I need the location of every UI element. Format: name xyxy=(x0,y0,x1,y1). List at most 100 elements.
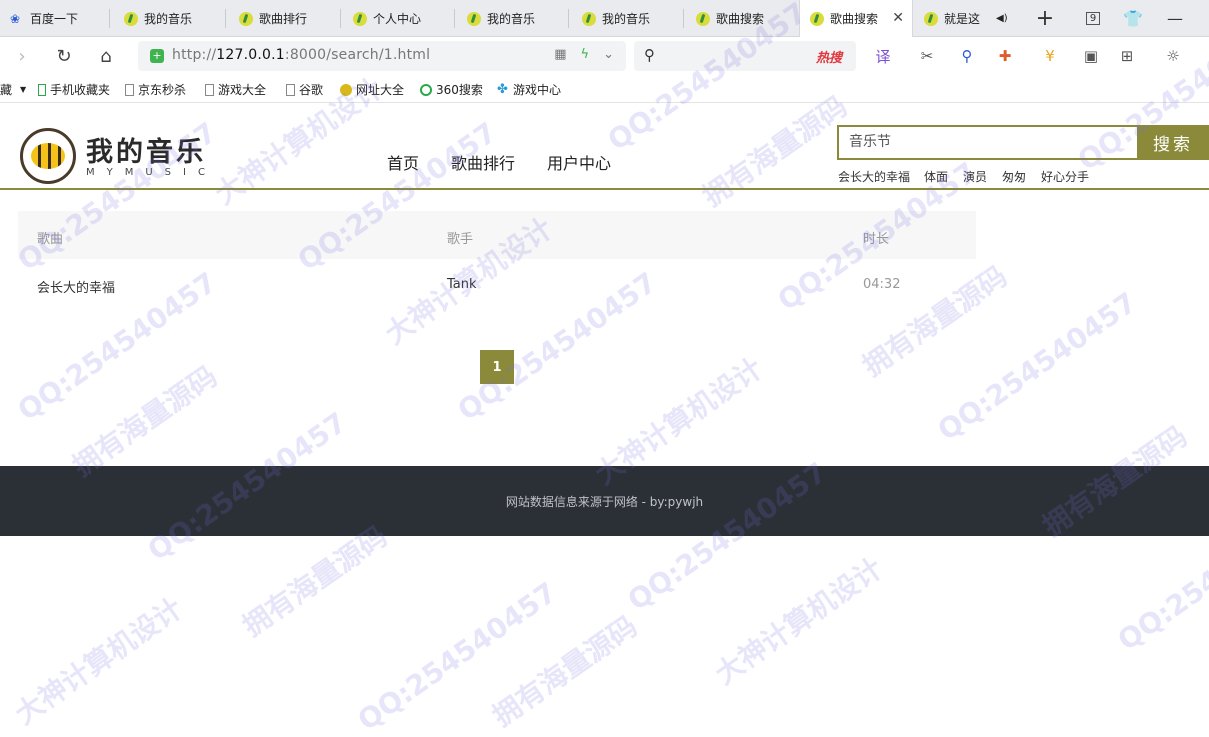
site-search-box: 搜索 xyxy=(837,125,1209,160)
home-icon[interactable]: ⌂ xyxy=(92,42,120,70)
coin-icon[interactable]: ¥ xyxy=(1035,43,1065,69)
game-center-icon: ✤ xyxy=(497,81,508,97)
hot-word-link[interactable]: 演员 xyxy=(963,168,987,185)
hot-word-link[interactable]: 匆匆 xyxy=(1002,168,1026,185)
paw-icon: ❀ xyxy=(10,11,21,26)
url-text: http://127.0.0.1:8000/search/1.html xyxy=(172,47,431,63)
chevron-down-icon[interactable]: ⌄ xyxy=(603,47,614,62)
tab-title: 个人中心 xyxy=(373,12,422,26)
back-icon[interactable]: › xyxy=(8,42,36,70)
bookmarks-bar: 藏 ▼ 手机收藏夹 京东秒杀 游戏大全 谷歌 网址大全 360搜索 ✤ 游戏中心 xyxy=(0,75,1209,103)
browser-tab-bar: ❀ 百度一下 我的音乐 歌曲排行 个人中心 我的音乐 我的音乐 歌曲搜索 歌曲搜… xyxy=(0,0,1209,37)
nav-home[interactable]: 首页 xyxy=(387,150,419,174)
watermark: 拥有海量源码 xyxy=(856,259,1014,383)
browser-tab-active[interactable]: 歌曲搜索 ✕ xyxy=(799,0,913,37)
hot-word-link[interactable]: 会长大的幸福 xyxy=(838,168,910,185)
watermark: 拥有海量源码 xyxy=(486,609,644,733)
phone-icon xyxy=(38,83,46,96)
gamepad-icon[interactable]: ✚ xyxy=(990,43,1020,69)
brightness-icon[interactable]: ☼ xyxy=(1160,43,1186,69)
footer-text: 网站数据信息来源于网络 - by:pywjh xyxy=(505,495,704,509)
qr-icon[interactable]: ▦ xyxy=(554,47,566,62)
360-search-icon xyxy=(420,83,432,96)
globe-icon xyxy=(340,83,352,96)
music-icon xyxy=(696,11,710,26)
bookmark-item[interactable]: ✤ 游戏中心 xyxy=(497,81,561,98)
translate-icon[interactable]: 译 xyxy=(868,43,898,69)
wallet-icon[interactable]: ▣ xyxy=(1078,43,1104,69)
column-header-song: 歌曲 xyxy=(37,232,64,247)
new-tab-button[interactable]: + xyxy=(1030,0,1060,37)
browser-tab[interactable]: 我的音乐 xyxy=(114,0,226,37)
watermark: QQ:254540457 xyxy=(451,265,663,428)
nav-song-ranking[interactable]: 歌曲排行 xyxy=(451,150,515,174)
site-logo-text[interactable]: 我的音乐 xyxy=(86,130,206,169)
bookmark-item[interactable]: 网址大全 xyxy=(340,81,404,98)
browser-tab[interactable]: 我的音乐 xyxy=(572,0,684,37)
bookmark-item[interactable]: 手机收藏夹 xyxy=(38,81,110,98)
watermark: 大神计算机设计 xyxy=(709,551,889,691)
browser-tab[interactable]: 歌曲搜索 xyxy=(686,0,798,37)
song-title-link[interactable]: 会长大的幸福 xyxy=(37,277,115,296)
address-bar-actions: ▦ ϟ ⌄ xyxy=(554,47,614,62)
singer-link[interactable]: Tank xyxy=(447,277,477,292)
tab-title: 歌曲搜索 xyxy=(830,12,879,26)
speaker-icon: ◀) xyxy=(996,13,1008,24)
column-header-singer: 歌手 xyxy=(447,232,474,247)
nav-user-center[interactable]: 用户中心 xyxy=(547,150,611,174)
tab-count: 9 xyxy=(1085,12,1101,25)
browser-search-box[interactable]: ⚲ 热搜 xyxy=(634,41,856,71)
bookmark-item[interactable]: 游戏大全 xyxy=(205,81,266,98)
apps-grid-icon[interactable]: ⊞ xyxy=(1114,43,1140,69)
skin-icon[interactable]: 👕 xyxy=(1118,0,1148,37)
minimize-button[interactable]: — xyxy=(1160,0,1190,37)
scissors-icon[interactable]: ✂ xyxy=(912,43,942,69)
logo-bee-icon[interactable] xyxy=(20,128,76,184)
site-header: 我的音乐 MYMUSIC 首页 歌曲排行 用户中心 搜索 会长大的幸福 体面 演… xyxy=(0,104,1209,190)
tab-title: 我的音乐 xyxy=(487,12,536,26)
bookmark-item[interactable]: 谷歌 xyxy=(286,81,323,98)
close-icon[interactable]: ✕ xyxy=(892,10,904,26)
tab-title: 百度一下 xyxy=(30,12,79,26)
tab-title: 我的音乐 xyxy=(602,12,651,26)
table-header: 歌曲 歌手 时长 xyxy=(18,211,976,259)
music-icon xyxy=(810,11,824,26)
bookmark-item[interactable]: 藏 ▼ xyxy=(0,81,26,98)
tab-title: 歌曲搜索 xyxy=(716,12,765,26)
hot-word-link[interactable]: 好心分手 xyxy=(1041,168,1089,185)
column-header-duration: 时长 xyxy=(863,232,890,247)
tab-title: 我的音乐 xyxy=(144,12,193,26)
search-icon: ⚲ xyxy=(644,46,655,64)
watermark: QQ:254540457 xyxy=(931,285,1143,448)
browser-tab[interactable]: 个人中心 xyxy=(343,0,455,37)
music-icon xyxy=(467,11,481,26)
search-button[interactable]: 搜索 xyxy=(1137,125,1209,160)
tab-title: 歌曲排行 xyxy=(259,12,308,26)
magnifier-icon[interactable]: ⚲ xyxy=(954,43,980,69)
reload-icon[interactable]: ↻ xyxy=(50,42,78,70)
bookmark-item[interactable]: 京东秒杀 xyxy=(125,81,186,98)
watermark: QQ:254540457 xyxy=(351,575,563,737)
pagination-current-page[interactable]: 1 xyxy=(480,350,514,384)
search-input[interactable] xyxy=(849,133,1129,149)
watermark: 大神计算机设计 xyxy=(9,591,189,731)
site-footer: 网站数据信息来源于网络 - by:pywjh xyxy=(0,466,1209,536)
browser-tab[interactable]: ❀ 百度一下 xyxy=(0,0,110,37)
tab-count-button[interactable]: 9 xyxy=(1078,0,1108,37)
page-icon xyxy=(205,83,214,96)
browser-tab[interactable]: 就是这 ◀) xyxy=(914,0,1024,37)
music-icon xyxy=(239,11,253,26)
browser-tab[interactable]: 我的音乐 xyxy=(457,0,569,37)
music-icon xyxy=(353,11,367,26)
page-icon xyxy=(286,83,295,96)
shield-icon: + xyxy=(150,49,164,63)
page-icon xyxy=(125,83,134,96)
browser-tab[interactable]: 歌曲排行 xyxy=(229,0,341,37)
song-duration: 04:32 xyxy=(863,277,901,292)
bolt-icon[interactable]: ϟ xyxy=(581,47,590,62)
bookmark-item[interactable]: 360搜索 xyxy=(420,81,483,98)
hot-search-label: 热搜 xyxy=(815,51,842,66)
address-bar[interactable]: + http://127.0.0.1:8000/search/1.html ▦ … xyxy=(138,41,626,71)
hot-word-link[interactable]: 体面 xyxy=(924,168,948,185)
site-logo-subtitle: MYMUSIC xyxy=(86,167,217,178)
